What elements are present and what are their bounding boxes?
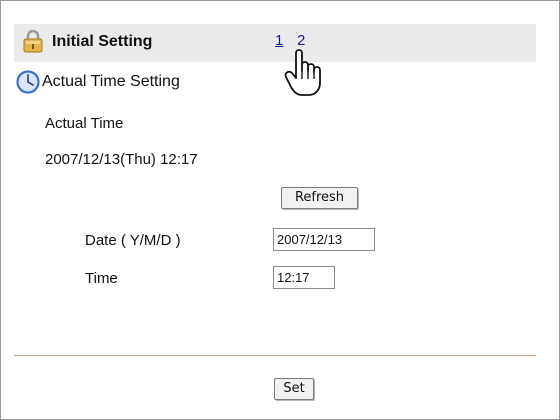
date-field[interactable] bbox=[273, 228, 375, 251]
actual-time-value: 2007/12/13(Thu) 12:17 bbox=[45, 151, 198, 168]
time-label: Time bbox=[85, 270, 118, 287]
page-link-1[interactable]: 1 bbox=[275, 32, 283, 49]
time-field[interactable] bbox=[273, 266, 335, 289]
divider bbox=[14, 355, 536, 356]
clock-icon bbox=[16, 70, 40, 94]
page-frame bbox=[0, 0, 560, 420]
actual-time-label: Actual Time bbox=[45, 115, 124, 132]
lock-icon bbox=[23, 29, 43, 53]
section-title: Actual Time Setting bbox=[42, 73, 180, 90]
set-button[interactable]: Set bbox=[274, 378, 314, 400]
hand-pointer-icon bbox=[284, 49, 321, 96]
date-label: Date ( Y/M/D ) bbox=[85, 232, 181, 249]
refresh-button[interactable]: Refresh bbox=[281, 187, 358, 209]
page-title: Initial Setting bbox=[52, 33, 153, 50]
